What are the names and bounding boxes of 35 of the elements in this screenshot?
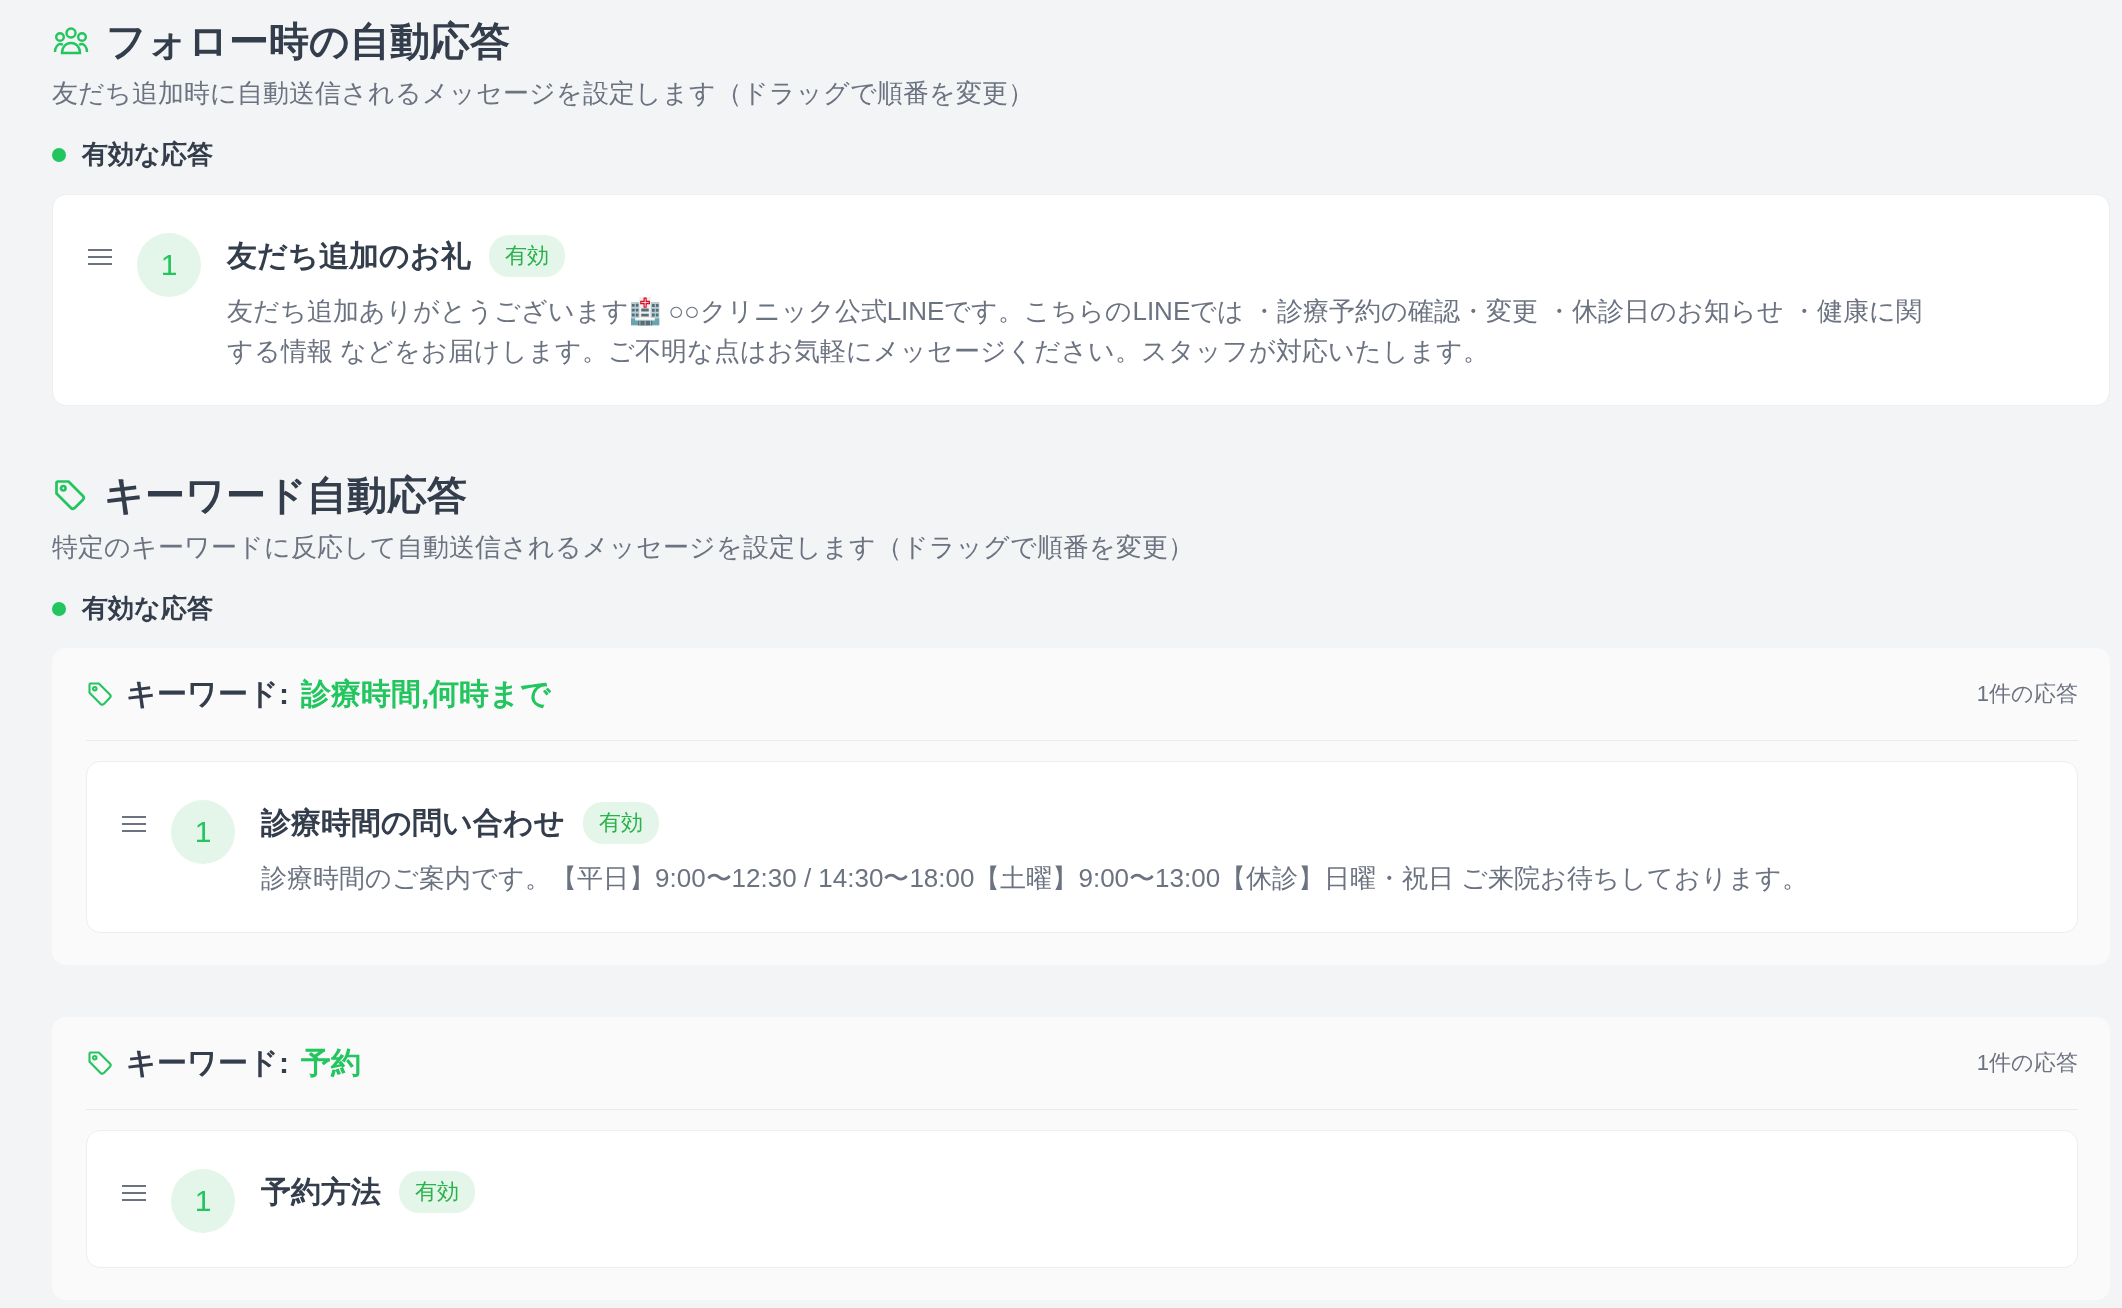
keyword-label: キーワード:: [126, 675, 289, 712]
message-text: 友だち追加ありがとうございます🏥 ○○クリニック公式LINEです。こちらのLINEでは ・診療予約の確認・変更 ・休診日のお知らせ ・健康に関する情報 などをお届けします。ご不明な点はお気軽にメッセージください。スタッフが対応いたします。: [227, 295, 1923, 368]
drag-handle-icon[interactable]: [121, 815, 147, 833]
keyword-text: 診療時間,何時まで: [301, 675, 552, 712]
section-title: キーワード自動応答: [104, 471, 467, 519]
response-count: 1件の応答: [1976, 1049, 2078, 1077]
response-count: 1件の応答: [1976, 680, 2078, 708]
tag-icon: [86, 1049, 114, 1077]
keyword-text: 予約: [301, 1044, 361, 1081]
response-title: 予約方法: [261, 1173, 381, 1210]
order-number: 1: [171, 800, 235, 864]
status-badge: 有効: [399, 1171, 475, 1213]
tag-icon: [52, 477, 88, 513]
response-title: 友だち追加のお礼: [227, 237, 471, 274]
response-card[interactable]: 1 友だち追加のお礼 有効 友だち追加ありがとうございます🏥 ○○クリニック公式LINEです。こちらのLINEでは ・診療予約の確認・変更 ・休診日のお知らせ ・健康に関する情報 などをお届けします。ご不明な点はお気軽にメッセージください。スタッフが対応いたします。: [52, 194, 2110, 406]
status-dot-icon: [52, 147, 66, 162]
section-description: 特定のキーワードに反応して自動送信されるメッセージを設定します（ドラッグで順番を変更）: [52, 531, 1195, 564]
message-text: 診療時間のご案内です。【平日】9:00〜12:30 / 14:30〜18:00【土曜】9:00〜13:00【休診】日曜・祝日 ご来院お待ちしております。: [261, 862, 1809, 895]
section-description: 友だち追加時に自動送信されるメッセージを設定します（ドラッグで順番を変更）: [52, 77, 1035, 110]
status-badge: 有効: [583, 802, 659, 844]
section-title: フォロー時の自動応答: [106, 17, 510, 65]
order-number: 1: [171, 1169, 235, 1233]
keyword-label: キーワード:: [126, 1044, 289, 1081]
status-heading: 有効な応答: [82, 592, 213, 625]
tag-icon: [86, 680, 114, 708]
response-title: 診療時間の問い合わせ: [261, 804, 565, 841]
response-card[interactable]: 1 予約方法 有効: [86, 1130, 2078, 1268]
response-card[interactable]: 1 診療時間の問い合わせ 有効 診療時間のご案内です。【平日】9:00〜12:30 / 14:30〜18:00【土曜】9:00〜13:00【休診】日曜・祝日 ご来院お待ちしております。: [86, 761, 2078, 933]
status-dot-icon: [52, 601, 66, 616]
order-number: 1: [137, 233, 201, 297]
drag-handle-icon[interactable]: [121, 1184, 147, 1202]
status-heading: 有効な応答: [82, 138, 213, 171]
status-badge: 有効: [489, 235, 565, 277]
people-icon: [52, 26, 90, 56]
drag-handle-icon[interactable]: [87, 248, 113, 266]
